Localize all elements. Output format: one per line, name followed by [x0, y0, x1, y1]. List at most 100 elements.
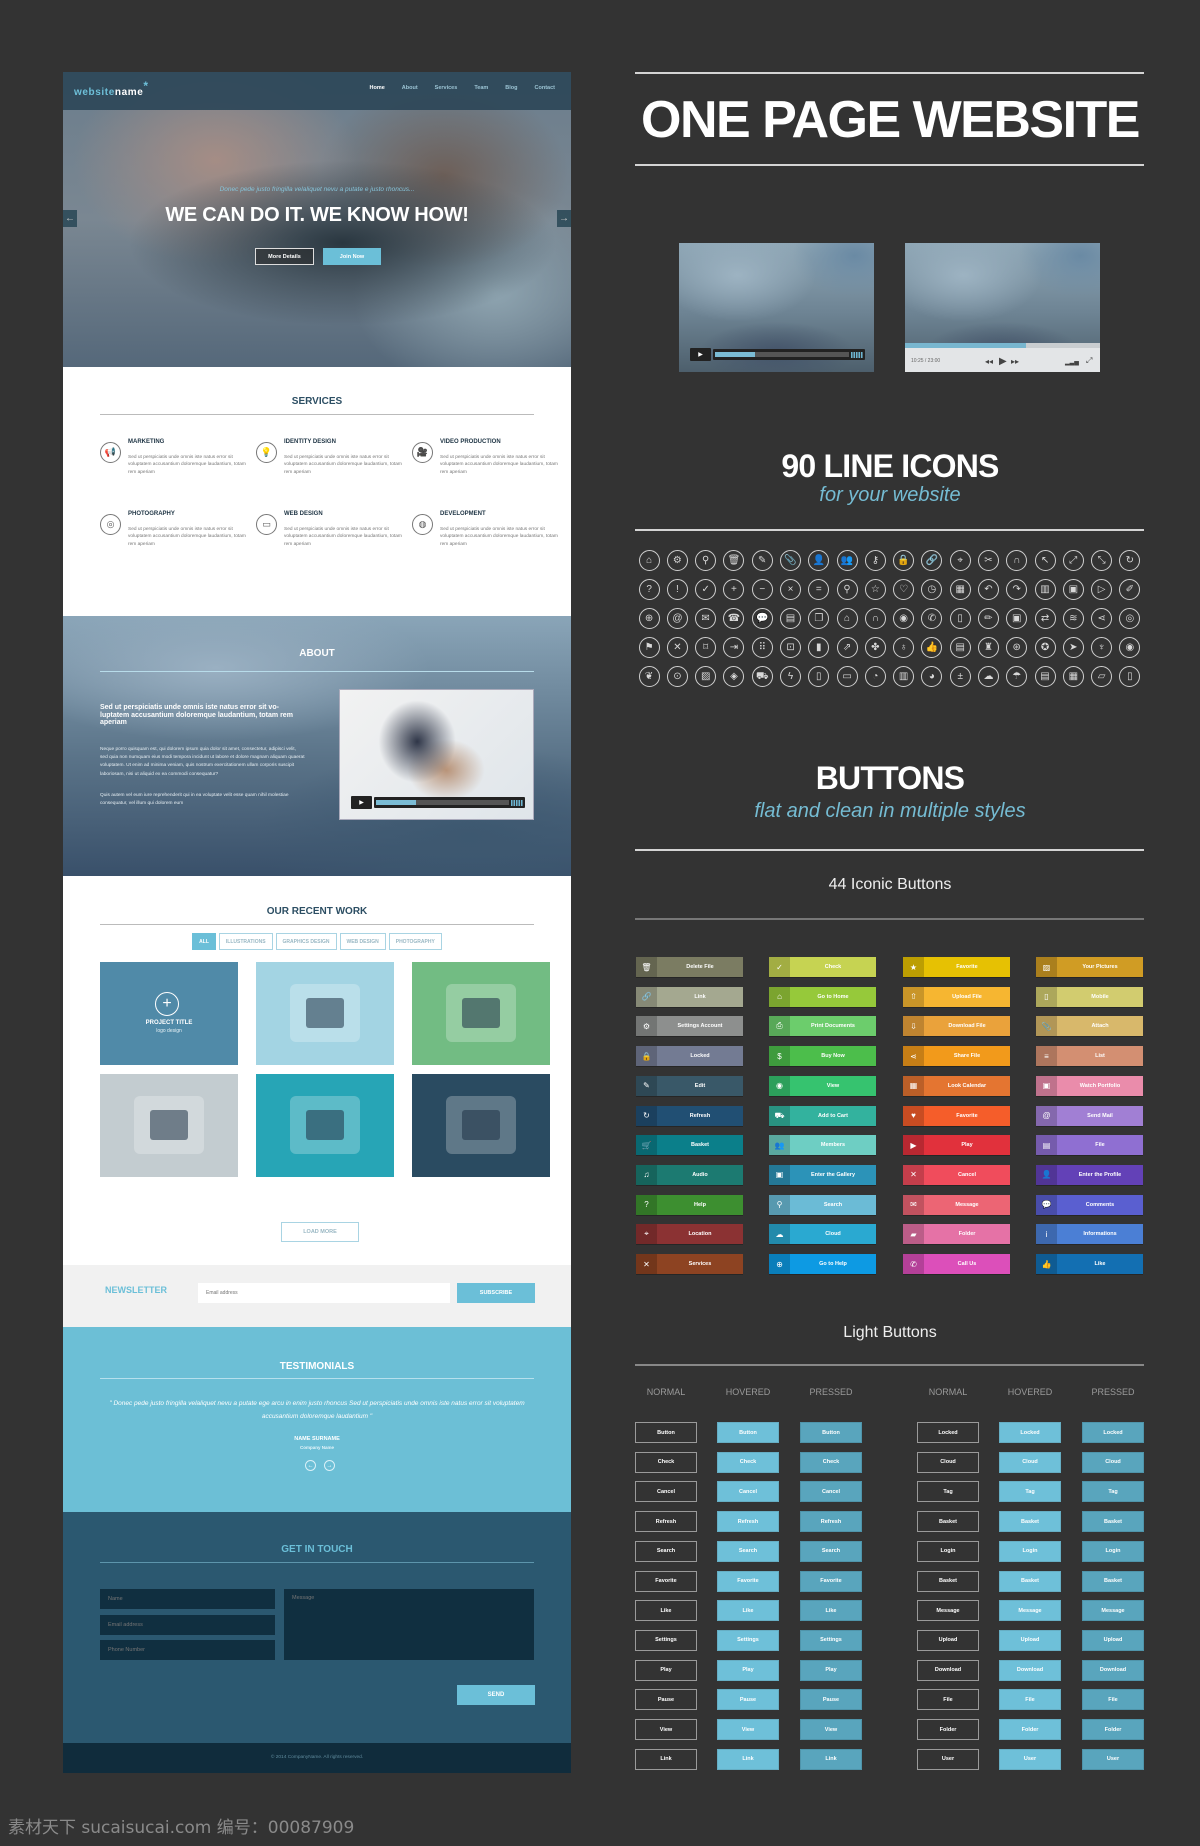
- cloud-pressed-button[interactable]: Cloud: [1082, 1451, 1144, 1473]
- like-button[interactable]: 👍 Like: [1036, 1254, 1143, 1274]
- folder-hovered-button[interactable]: Folder: [999, 1719, 1061, 1740]
- button-hovered-button[interactable]: Button: [717, 1422, 779, 1443]
- refresh-hovered-button[interactable]: Refresh: [717, 1511, 779, 1533]
- link-button[interactable]: 🔗 Link: [636, 986, 743, 1007]
- nav-item-blog[interactable]: Blog: [505, 85, 517, 91]
- call-us-button[interactable]: ✆ Call Us: [903, 1254, 1010, 1274]
- file-button[interactable]: ▤ File: [1036, 1135, 1143, 1156]
- name-field[interactable]: [100, 1589, 275, 1609]
- buy-now-button[interactable]: $ Buy Now: [769, 1046, 876, 1067]
- pause-normal-button[interactable]: Pause: [635, 1689, 697, 1711]
- search-normal-button[interactable]: Search: [635, 1540, 697, 1562]
- your-pictures-button[interactable]: ▨ Your Pictures: [1036, 957, 1143, 977]
- fast-forward-icon[interactable]: ▸▸: [1011, 357, 1019, 366]
- settings-normal-button[interactable]: Settings: [635, 1629, 697, 1651]
- tag-pressed-button[interactable]: Tag: [1082, 1481, 1144, 1503]
- load-more-button[interactable]: LOAD MORE: [281, 1222, 359, 1242]
- filter-graphics-design[interactable]: GRAPHICS DESIGN: [275, 933, 337, 950]
- refresh-pressed-button[interactable]: Refresh: [800, 1511, 862, 1533]
- enter-the-profile-button[interactable]: 👤 Enter the Profile: [1036, 1164, 1143, 1185]
- send-button[interactable]: SEND: [457, 1685, 535, 1705]
- location-button[interactable]: ⌖ Location: [636, 1224, 743, 1245]
- basket-hovered-button[interactable]: Basket: [999, 1570, 1061, 1592]
- prev-testimonial-icon[interactable]: ←: [305, 1460, 316, 1471]
- refresh-normal-button[interactable]: Refresh: [635, 1511, 697, 1533]
- login-hovered-button[interactable]: Login: [999, 1540, 1061, 1562]
- mobile-button[interactable]: ▯ Mobile: [1036, 986, 1143, 1007]
- link-normal-button[interactable]: Link: [635, 1748, 697, 1770]
- video-player-light[interactable]: 10:25 / 23:00 ◂◂ ▶ ▸▸ ▂▃▅ ⤢: [905, 243, 1100, 372]
- rewind-icon[interactable]: ◂◂: [985, 357, 993, 366]
- illustration-responsive-devices[interactable]: [100, 1074, 238, 1177]
- illustration-hands-smartphones[interactable]: [256, 1074, 394, 1177]
- video-progress[interactable]: [713, 349, 865, 360]
- message-button[interactable]: ✉ Message: [903, 1194, 1010, 1215]
- user-pressed-button[interactable]: User: [1082, 1748, 1144, 1770]
- upload-normal-button[interactable]: Upload: [917, 1629, 979, 1651]
- phone-field[interactable]: [100, 1640, 275, 1660]
- refresh-button[interactable]: ↻ Refresh: [636, 1105, 743, 1126]
- pause-pressed-button[interactable]: Pause: [800, 1689, 862, 1711]
- play-icon[interactable]: ▶: [690, 348, 711, 361]
- nav-item-contact[interactable]: Contact: [535, 85, 555, 91]
- email-field[interactable]: [100, 1615, 275, 1635]
- delete-file-button[interactable]: 🗑 Delete File: [636, 957, 743, 977]
- informations-button[interactable]: i Informations: [1036, 1224, 1143, 1245]
- play-button[interactable]: ▶ Play: [903, 1135, 1010, 1156]
- locked-button[interactable]: 🔒 Locked: [636, 1046, 743, 1067]
- nav-item-home[interactable]: Home: [370, 85, 385, 91]
- file-pressed-button[interactable]: File: [1082, 1689, 1144, 1711]
- basket-normal-button[interactable]: Basket: [917, 1570, 979, 1592]
- illustration-businessman[interactable]: [256, 962, 394, 1065]
- tag-normal-button[interactable]: Tag: [917, 1481, 979, 1503]
- edit-button[interactable]: ✎ Edit: [636, 1075, 743, 1096]
- download-pressed-button[interactable]: Download: [1082, 1659, 1144, 1681]
- search-hovered-button[interactable]: Search: [717, 1540, 779, 1562]
- favorite-button[interactable]: ★ Favorite: [903, 957, 1010, 977]
- cancel-normal-button[interactable]: Cancel: [635, 1481, 697, 1503]
- login-normal-button[interactable]: Login: [917, 1540, 979, 1562]
- project-tile-featured[interactable]: + PROJECT TITLE logo design: [100, 962, 238, 1065]
- like-pressed-button[interactable]: Like: [800, 1600, 862, 1622]
- video-player-dark[interactable]: ▶: [679, 243, 874, 372]
- favorite-hovered-button[interactable]: Favorite: [717, 1570, 779, 1592]
- send-mail-button[interactable]: @ Send Mail: [1036, 1105, 1143, 1126]
- locked-hovered-button[interactable]: Locked: [999, 1422, 1061, 1443]
- play-icon[interactable]: ▶: [351, 796, 372, 809]
- join-now-button[interactable]: Join Now: [323, 248, 381, 265]
- cloud-hovered-button[interactable]: Cloud: [999, 1451, 1061, 1473]
- check-pressed-button[interactable]: Check: [800, 1451, 862, 1473]
- basket-normal-button[interactable]: Basket: [917, 1511, 979, 1533]
- illustration-banking-world[interactable]: [412, 1074, 550, 1177]
- play-hovered-button[interactable]: Play: [717, 1659, 779, 1681]
- about-video-player[interactable]: ▶: [339, 689, 534, 820]
- link-hovered-button[interactable]: Link: [717, 1748, 779, 1770]
- user-hovered-button[interactable]: User: [999, 1748, 1061, 1770]
- like-hovered-button[interactable]: Like: [717, 1600, 779, 1622]
- basket-hovered-button[interactable]: Basket: [999, 1511, 1061, 1533]
- arrow-right-icon[interactable]: →: [557, 210, 571, 227]
- message-field[interactable]: [284, 1589, 534, 1660]
- favorite-normal-button[interactable]: Favorite: [635, 1570, 697, 1592]
- check-hovered-button[interactable]: Check: [717, 1451, 779, 1473]
- folder-pressed-button[interactable]: Folder: [1082, 1719, 1144, 1740]
- view-hovered-button[interactable]: View: [717, 1719, 779, 1740]
- cancel-button[interactable]: ✕ Cancel: [903, 1164, 1010, 1185]
- basket-pressed-button[interactable]: Basket: [1082, 1511, 1144, 1533]
- search-button[interactable]: ⚲ Search: [769, 1194, 876, 1215]
- message-normal-button[interactable]: Message: [917, 1600, 979, 1622]
- settings-pressed-button[interactable]: Settings: [800, 1629, 862, 1651]
- filter-web-design[interactable]: WEB DESIGN: [339, 933, 386, 950]
- comments-button[interactable]: 💬 Comments: [1036, 1194, 1143, 1215]
- video-progress[interactable]: [374, 797, 525, 808]
- go-to-home-button[interactable]: ⌂ Go to Home: [769, 986, 876, 1007]
- view-button[interactable]: ◉ View: [769, 1075, 876, 1096]
- locked-normal-button[interactable]: Locked: [917, 1422, 979, 1443]
- illustration-mobile-apps[interactable]: [412, 962, 550, 1065]
- next-testimonial-icon[interactable]: →: [324, 1460, 335, 1471]
- plus-circle-icon[interactable]: +: [155, 992, 179, 1016]
- volume-icon[interactable]: [851, 351, 863, 358]
- enter-the-gallery-button[interactable]: ▣ Enter the Gallery: [769, 1164, 876, 1185]
- add-to-cart-button[interactable]: ⛟ Add to Cart: [769, 1105, 876, 1126]
- basket-pressed-button[interactable]: Basket: [1082, 1570, 1144, 1592]
